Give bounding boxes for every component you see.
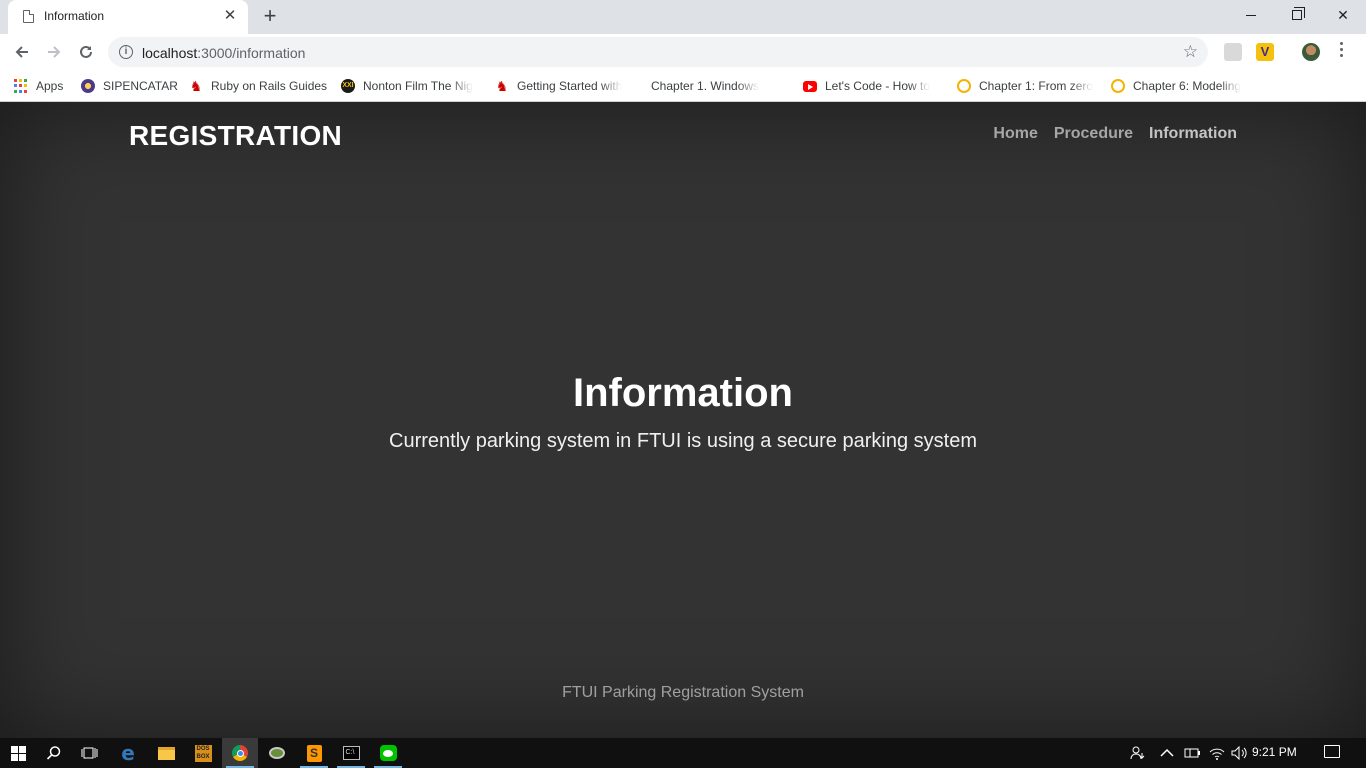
minimize-icon xyxy=(1246,14,1256,16)
brand-title[interactable]: REGISTRATION xyxy=(129,120,342,152)
hero-description: Currently parking system in FTUI is usin… xyxy=(389,430,977,452)
bookmark-label: Chapter 1. Windows xyxy=(651,79,760,93)
tab-title: Information xyxy=(44,9,105,23)
terminal-icon: C:\ xyxy=(342,746,360,760)
taskbar-clock[interactable]: 9:21 PM xyxy=(1252,745,1297,759)
bookmark-label: Apps xyxy=(36,79,64,93)
wifi-icon[interactable] xyxy=(1209,738,1225,768)
taskbar-chrome[interactable] xyxy=(222,738,258,768)
bookmarks-bar: Apps SIPENCATAR ♞ Ruby on Rails Guides X… xyxy=(0,70,1366,102)
bookmark-label: Let's Code - How to xyxy=(825,79,931,93)
site-info-icon[interactable]: i xyxy=(119,45,133,59)
page-title: Information xyxy=(573,371,793,415)
url-text[interactable]: localhost:3000/information xyxy=(142,45,305,61)
page-content: REGISTRATION Home Procedure Information … xyxy=(0,102,1366,738)
bookmark-nonton-film[interactable]: XXI Nonton Film The Nig xyxy=(341,77,477,95)
forward-arrow-icon xyxy=(48,46,61,58)
task-view-icon xyxy=(81,747,98,759)
pdf-extension-icon[interactable] xyxy=(1224,43,1242,61)
windows-logo-icon xyxy=(10,745,26,761)
bookmark-label: Nonton Film The Nig xyxy=(363,79,473,93)
address-bar[interactable]: i localhost:3000/information ☆ xyxy=(108,37,1208,67)
bookmark-label: Getting Started with xyxy=(517,79,623,93)
back-arrow-icon xyxy=(15,46,28,58)
bookmark-chapter-1-windows[interactable]: Chapter 1. Windows xyxy=(651,77,785,95)
search-button[interactable] xyxy=(36,738,72,768)
restore-icon xyxy=(1292,7,1305,20)
footer-text: FTUI Parking Registration System xyxy=(562,684,804,701)
bookmark-chapter-6-modeling[interactable]: Chapter 6: Modeling xyxy=(1111,77,1247,95)
folder-icon xyxy=(157,746,175,760)
windows-taskbar: e DOS BOX S C:\ 9:21 PM xyxy=(0,738,1366,768)
back-button[interactable] xyxy=(8,38,36,66)
nav-home-link[interactable]: Home xyxy=(993,125,1037,143)
youtube-icon xyxy=(803,80,817,92)
volume-icon[interactable] xyxy=(1231,738,1249,768)
taskbar-terminal[interactable]: C:\ xyxy=(333,738,369,768)
search-icon xyxy=(46,746,61,760)
browser-toolbar: i localhost:3000/information ☆ V xyxy=(0,34,1366,70)
bookmark-lets-code[interactable]: Let's Code - How to xyxy=(803,77,939,95)
bookmark-label: SIPENCATAR xyxy=(103,79,178,93)
taskbar-app[interactable] xyxy=(259,738,295,768)
taskbar-dosbox[interactable]: DOS BOX xyxy=(185,738,221,768)
browser-tab[interactable]: Information ✕ xyxy=(8,0,248,34)
xxi-icon: XXI xyxy=(341,79,355,93)
bookmark-sipencatar[interactable]: SIPENCATAR xyxy=(81,77,178,95)
start-button[interactable] xyxy=(0,738,36,768)
taskbar-file-explorer[interactable] xyxy=(148,738,184,768)
browser-menu-icon[interactable] xyxy=(1338,42,1344,57)
forward-button[interactable] xyxy=(40,38,68,66)
eye-app-icon xyxy=(269,747,285,759)
taskbar-line[interactable] xyxy=(370,738,406,768)
bookmark-apps[interactable]: Apps xyxy=(14,77,63,95)
minimize-button[interactable] xyxy=(1228,0,1274,30)
sublime-icon: S xyxy=(306,744,322,762)
v-extension-icon[interactable]: V xyxy=(1256,43,1274,61)
reload-button[interactable] xyxy=(72,38,100,66)
line-chat-icon xyxy=(379,745,397,761)
oreilly-icon xyxy=(957,79,971,93)
reload-icon xyxy=(80,45,92,58)
main-nav: Home Procedure Information xyxy=(993,125,1237,143)
task-view-button[interactable] xyxy=(72,738,108,768)
bookmark-chapter-1-from-zero[interactable]: Chapter 1: From zero xyxy=(957,77,1093,95)
hero-section: Information Currently parking system in … xyxy=(0,370,1366,453)
page-favicon-icon xyxy=(23,10,34,23)
globe-icon xyxy=(81,79,95,93)
rails-icon: ♞ xyxy=(189,78,203,94)
chrome-icon xyxy=(232,745,248,761)
url-host: localhost xyxy=(142,45,198,61)
bookmark-star-icon[interactable]: ☆ xyxy=(1183,42,1198,62)
url-path: :3000/information xyxy=(197,45,306,61)
bookmark-label: Chapter 6: Modeling xyxy=(1133,79,1242,93)
new-tab-button[interactable]: + xyxy=(258,5,282,29)
apps-grid-icon xyxy=(14,79,28,93)
nav-procedure-link[interactable]: Procedure xyxy=(1054,125,1133,143)
people-icon[interactable] xyxy=(1130,738,1146,768)
bookmark-label: Chapter 1: From zero xyxy=(979,79,1093,93)
battery-icon[interactable] xyxy=(1184,738,1202,768)
taskbar-edge[interactable]: e xyxy=(110,738,146,768)
bookmark-label: Ruby on Rails Guides xyxy=(211,79,328,93)
edge-icon: e xyxy=(121,741,135,765)
tab-strip: Information ✕ + ✕ xyxy=(0,0,1366,34)
window-close-button[interactable]: ✕ xyxy=(1320,0,1366,30)
profile-avatar[interactable] xyxy=(1302,43,1320,61)
oreilly-icon xyxy=(1111,79,1125,93)
bookmark-rails-guides[interactable]: ♞ Ruby on Rails Guides xyxy=(189,77,327,95)
restore-button[interactable] xyxy=(1274,0,1320,30)
tab-close-icon[interactable]: ✕ xyxy=(222,8,238,24)
rails-icon: ♞ xyxy=(495,78,509,94)
nav-information-link[interactable]: Information xyxy=(1149,125,1237,143)
chevron-up-icon[interactable] xyxy=(1160,738,1174,768)
action-center-icon[interactable] xyxy=(1324,745,1340,758)
bookmark-getting-started[interactable]: ♞ Getting Started with xyxy=(495,77,633,95)
dosbox-icon: DOS BOX xyxy=(194,744,212,762)
taskbar-sublime[interactable]: S xyxy=(296,738,332,768)
